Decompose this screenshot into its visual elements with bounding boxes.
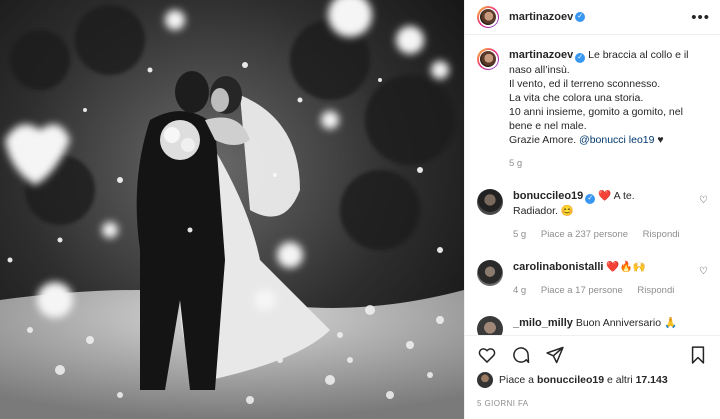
commenter-username[interactable]: _milo_milly xyxy=(513,317,573,329)
post-header: martinazoev ✓ ••• xyxy=(465,0,720,35)
commenter-username[interactable]: carolinabonistalli xyxy=(513,261,603,273)
likes-suffix: e altri xyxy=(604,374,636,386)
caption-line: La vita che colora una storia. xyxy=(509,92,644,104)
caption-line: 10 anni insieme, gomito a gomito, nel xyxy=(509,106,683,118)
caption-meta: 5 g xyxy=(509,157,708,171)
comment-item: bonuccileo19 ✓ ❤️ A te. Radiador. 😊 5 g P… xyxy=(477,189,708,242)
caption-author-avatar[interactable] xyxy=(477,48,499,70)
instagram-post-view: martinazoev ✓ ••• martinazoev ✓ Le bracci… xyxy=(0,0,720,419)
author-username[interactable]: martinazoev xyxy=(509,11,573,23)
reply-button[interactable]: Rispondi xyxy=(643,229,680,240)
comment-text: Buon Anniversario 🙏 xyxy=(575,317,678,329)
commenter-username[interactable]: bonuccileo19 xyxy=(513,190,583,202)
verified-icon: ✓ xyxy=(575,53,586,63)
liker-avatar xyxy=(477,372,493,388)
comment-meta: 5 g Piace a 237 persone Rispondi xyxy=(513,228,696,242)
comment-like-heart-icon[interactable]: ♡ xyxy=(696,260,708,277)
caption-text: martinazoev ✓ Le braccia al collo e il na… xyxy=(509,48,708,171)
post-date[interactable]: 5 GIORNI FA xyxy=(477,399,708,408)
verified-icon: ✓ xyxy=(585,194,596,204)
comment-text: ❤️ A te. xyxy=(598,190,635,202)
comment-text-line2: Radiador. 😊 xyxy=(513,205,574,217)
comment-like-heart-icon[interactable]: ♡ xyxy=(696,189,708,206)
commenter-avatar[interactable] xyxy=(477,189,503,215)
comments-scroll-area[interactable]: martinazoev ✓ Le braccia al collo e il na… xyxy=(465,36,720,335)
likes-user[interactable]: bonuccileo19 xyxy=(537,374,604,386)
comment-body: bonuccileo19 ✓ ❤️ A te. Radiador. 😊 5 g P… xyxy=(513,189,696,242)
comment-body: _milo_milly Buon Anniversario 🙏 xyxy=(513,316,708,330)
wedding-photo-image xyxy=(0,0,464,419)
caption-mention-link[interactable]: @bonucci leo19 xyxy=(579,134,654,146)
likes-summary[interactable]: Piace a bonuccileo19 e altri 17.143 xyxy=(477,372,708,388)
comment-meta: 4 g Piace a 17 persone Rispondi xyxy=(513,284,696,298)
comment-body: carolinabonistalli ❤️🔥🙌 4 g Piace a 17 p… xyxy=(513,260,696,298)
comment-time[interactable]: 5 g xyxy=(513,229,526,240)
comment-item: _milo_milly Buon Anniversario 🙏 xyxy=(477,316,708,335)
caption-line: Le braccia al collo e il xyxy=(588,49,689,61)
share-icon[interactable] xyxy=(545,345,565,365)
heart-icon[interactable] xyxy=(477,345,497,365)
caption-thanks: Grazie Amore. xyxy=(509,134,580,146)
caption-line: naso all’insù. xyxy=(509,64,570,76)
likes-count[interactable]: 17.143 xyxy=(636,374,668,386)
comment-time[interactable]: 4 g xyxy=(513,285,526,296)
caption-line: Il vento, ed il terreno sconnesso. xyxy=(509,78,661,90)
comment-icon[interactable] xyxy=(511,345,531,365)
post-photo[interactable] xyxy=(0,0,464,419)
action-icons xyxy=(477,342,708,368)
more-options-icon[interactable]: ••• xyxy=(691,10,710,25)
post-actions: Piace a bonuccileo19 e altri 17.143 5 GI… xyxy=(465,335,720,419)
commenter-avatar[interactable] xyxy=(477,260,503,286)
likes-prefix: Piace a xyxy=(499,374,537,386)
comment-text: ❤️🔥🙌 xyxy=(606,261,646,273)
caption-time[interactable]: 5 g xyxy=(509,158,522,169)
verified-icon: ✓ xyxy=(575,12,586,22)
comment-likes[interactable]: Piace a 237 persone xyxy=(541,229,628,240)
heart-emoji: ♥ xyxy=(657,134,664,146)
likes-text: Piace a bonuccileo19 e altri 17.143 xyxy=(499,374,668,386)
caption-line: bene e nel male. xyxy=(509,120,587,132)
post-sidebar: martinazoev ✓ ••• martinazoev ✓ Le bracci… xyxy=(464,0,720,419)
caption: martinazoev ✓ Le braccia al collo e il na… xyxy=(477,48,708,171)
commenter-avatar[interactable] xyxy=(477,316,503,335)
author-avatar[interactable] xyxy=(477,6,499,28)
caption-line-last: Grazie Amore. @bonucci leo19 ♥ xyxy=(509,133,708,147)
caption-author-username[interactable]: martinazoev xyxy=(509,49,573,61)
comment-item: carolinabonistalli ❤️🔥🙌 4 g Piace a 17 p… xyxy=(477,260,708,298)
bookmark-icon[interactable] xyxy=(688,345,708,365)
reply-button[interactable]: Rispondi xyxy=(637,285,674,296)
comment-likes[interactable]: Piace a 17 persone xyxy=(541,285,623,296)
